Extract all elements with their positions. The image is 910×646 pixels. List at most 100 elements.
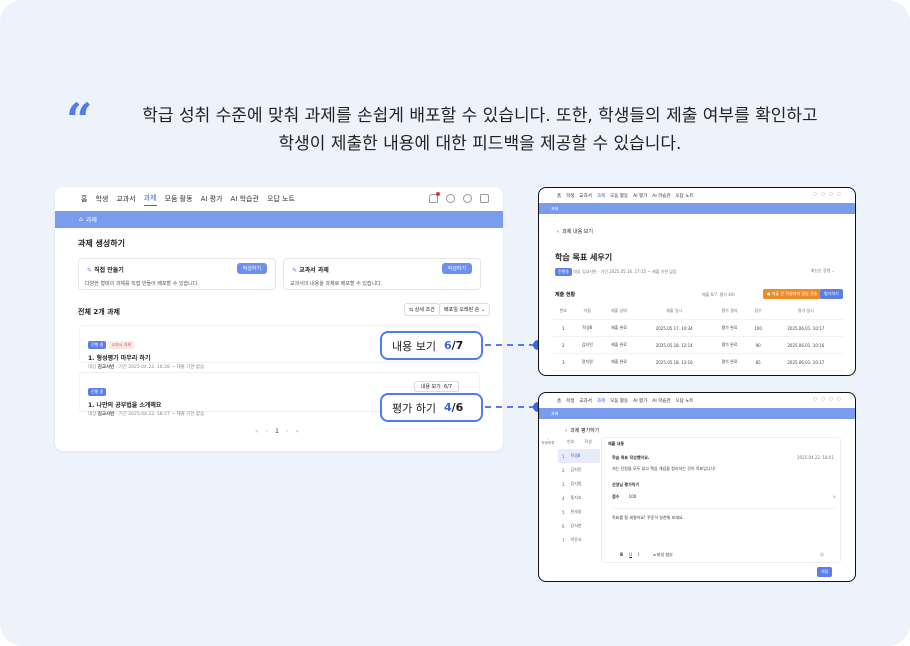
notify-button[interactable]: ● 제출 전 학생에게 알림 전송 (763, 289, 822, 299)
italic-icon[interactable]: I (638, 552, 639, 558)
table-cell: 제출 완료 (600, 319, 638, 337)
back-title-label: 과제 평가하기 (570, 428, 600, 434)
nav-item-wrong-note[interactable]: 오답 노트 (676, 193, 694, 199)
prev-page-icon[interactable]: ‹ (266, 428, 268, 435)
nav-item-student[interactable]: 학생 (566, 398, 574, 404)
status-badge: 진행 중 (88, 341, 107, 349)
nav-item-group[interactable]: 모둠 활동 (610, 398, 628, 404)
sort-select[interactable]: 배포일 오래된 순 ⌄ (439, 303, 491, 316)
table-cell: 2025.05.18. 12:14 (637, 336, 712, 354)
detail-target: 대상 김교사반 (573, 269, 597, 274)
table-row[interactable]: 2 김지민 제출 완료 2025.05.18. 12:14 평가 완료 90 2025.06… (553, 336, 843, 354)
connector-line (485, 406, 535, 408)
student-list-item[interactable]: 7 박윤서 (558, 533, 600, 547)
save-button[interactable]: 저장 (817, 567, 833, 577)
student-name: 한세영 (570, 509, 582, 514)
score-label: 점수 (612, 494, 620, 499)
table-header: 번호 이름 제출 상태 제출 일시 평가 결과 점수 평가 일시 (553, 303, 843, 320)
nav-item-student[interactable]: 학생 (566, 193, 574, 199)
student-name: 정지원 (570, 481, 582, 486)
nav-item-ai-study[interactable]: AI 학습관 (652, 398, 670, 404)
view-content-small-button[interactable]: 내용 보기 6/7 (413, 381, 459, 392)
create-direct-button[interactable]: 작성하기 (236, 263, 267, 274)
card-textbook-title: 교과서 과제 (299, 267, 329, 274)
nav-item-home[interactable]: 홈 (557, 193, 561, 199)
student-list-item[interactable]: 3 정지원 (558, 477, 600, 491)
bold-icon[interactable]: B (620, 552, 623, 558)
doc-icon[interactable] (480, 194, 489, 203)
attach-label: 파일 첨부 (656, 552, 673, 557)
nav-item-home[interactable]: 홈 (557, 398, 561, 404)
score-input[interactable]: 100 (629, 494, 637, 499)
student-list-item[interactable]: 1 학생8 (558, 449, 600, 463)
nav-item-assignment[interactable]: 과제 (597, 193, 605, 199)
nav-item-ai-eval[interactable]: AI 평가 (633, 193, 647, 199)
nav-item-ai-study[interactable]: AI 학습관 (231, 194, 259, 204)
emoji-icon[interactable]: ☺ (820, 552, 824, 557)
side-col: 번호 (567, 439, 575, 444)
student-list-item[interactable]: 6 강서현 (558, 519, 600, 533)
student-list-label: 학생목록 (541, 441, 555, 445)
table-cell: 홍지호 (573, 370, 601, 375)
breadcrumb: 과제 (539, 203, 855, 214)
toolbar-icons[interactable]: ○○○○ (813, 192, 845, 197)
student-list-item[interactable]: 4 홍지호 (558, 491, 600, 505)
student-name: 홍지호 (570, 495, 582, 500)
feedback-textarea[interactable]: 목표를 잘 세웠어요! 꾸준히 실천해 보세요. (612, 508, 836, 550)
chat-icon[interactable] (463, 194, 472, 203)
nav-item-textbook[interactable]: 교과서 (579, 193, 591, 199)
table-cell: 3 (553, 353, 574, 371)
table-cell: 평가 완료 (711, 336, 748, 354)
nav-item-wrong-note[interactable]: 오답 노트 (676, 398, 694, 404)
student-name: 강서현 (570, 523, 582, 528)
table-cell: 2025.05.17. 10:34 (637, 319, 712, 337)
student-list: 1 학생8 2 김지민 3 정지원 4 홍지호 5 한세영 6 강서현 7 박윤서 (558, 449, 600, 547)
table-cell: 2025.06.01. 10:16 (768, 336, 843, 354)
nav-item-textbook[interactable]: 교과서 (579, 398, 591, 404)
create-textbook-button[interactable]: 작성하기 (441, 263, 472, 274)
book-icon: ✎ (292, 267, 298, 274)
evaluate-callout[interactable]: 평가 하기 4/6 (380, 393, 483, 422)
clear-icon[interactable]: ⊗ (833, 494, 836, 499)
student-list-item[interactable]: 2 김지민 (558, 463, 600, 477)
nav-item-home[interactable]: 홈 (81, 194, 87, 204)
view-content-callout[interactable]: 내용 보기 6/7 (380, 331, 483, 360)
attach-icon[interactable]: ⌀ 파일 첨부 (653, 552, 673, 558)
nav-item-ai-eval[interactable]: AI 평가 (201, 194, 223, 204)
layers-icon[interactable] (446, 194, 455, 203)
sort-label: 배포일 오래된 순 (444, 307, 480, 313)
evaluate-button[interactable]: 평가하기 (820, 289, 843, 299)
table-row[interactable]: 1 학생8 제출 완료 2025.05.17. 10:34 평가 완료 100 2025.0… (553, 319, 843, 337)
nav-item-textbook[interactable]: 교과서 (116, 194, 135, 204)
back-title[interactable]: ‹ 과제 내용 보기 (557, 228, 593, 235)
table-cell: 90 (747, 336, 769, 354)
nav-item-group[interactable]: 모둠 활동 (165, 194, 193, 204)
nav-item-assignment[interactable]: 과제 (597, 398, 605, 404)
last-page-icon[interactable]: » (295, 428, 299, 435)
nav-item-ai-eval[interactable]: AI 평가 (633, 398, 647, 404)
nav-item-student[interactable]: 학생 (95, 194, 108, 204)
filter-button[interactable]: ⇆ 상세 조건 (404, 303, 440, 316)
table-cell (768, 370, 843, 375)
table-cell: 1 (553, 319, 574, 337)
toolbar-icons[interactable]: ○○○○ (813, 397, 845, 402)
page-number[interactable]: 1 (275, 428, 279, 435)
table-row[interactable]: 4홍지호미제출-평가 전 (553, 370, 843, 375)
status-title: 제출 현황 (555, 292, 576, 298)
first-page-icon[interactable]: « (255, 428, 259, 435)
next-page-icon[interactable]: › (286, 428, 288, 435)
student-list-toggle[interactable]: › 학생목록 (541, 437, 555, 446)
back-title-label: 과제 내용 보기 (562, 229, 593, 235)
bell-icon[interactable] (429, 192, 440, 203)
nav-item-wrong-note[interactable]: 오답 노트 (267, 194, 295, 204)
table-row[interactable]: 3 정지원 제출 완료 2025.05.18. 13:16 평가 완료 85 2025.06… (553, 353, 843, 371)
underline-icon[interactable]: U (629, 552, 632, 558)
nav-item-ai-study[interactable]: AI 학습관 (652, 193, 670, 199)
sort-select[interactable]: 최신순 정렬 ⌄ (811, 268, 835, 274)
nav-item-assignment[interactable]: 과제 (143, 193, 157, 206)
student-list-item[interactable]: 5 한세영 (558, 505, 600, 519)
breadcrumb-label: 과제 (551, 410, 559, 416)
back-title[interactable]: ‹ 과제 평가하기 (565, 427, 599, 434)
nav-item-group[interactable]: 모둠 활동 (610, 193, 628, 199)
card-direct: ✎ 직접 만들기 다양한 형태의 과제를 직접 만들어 배포할 수 있습니다. … (78, 258, 276, 290)
